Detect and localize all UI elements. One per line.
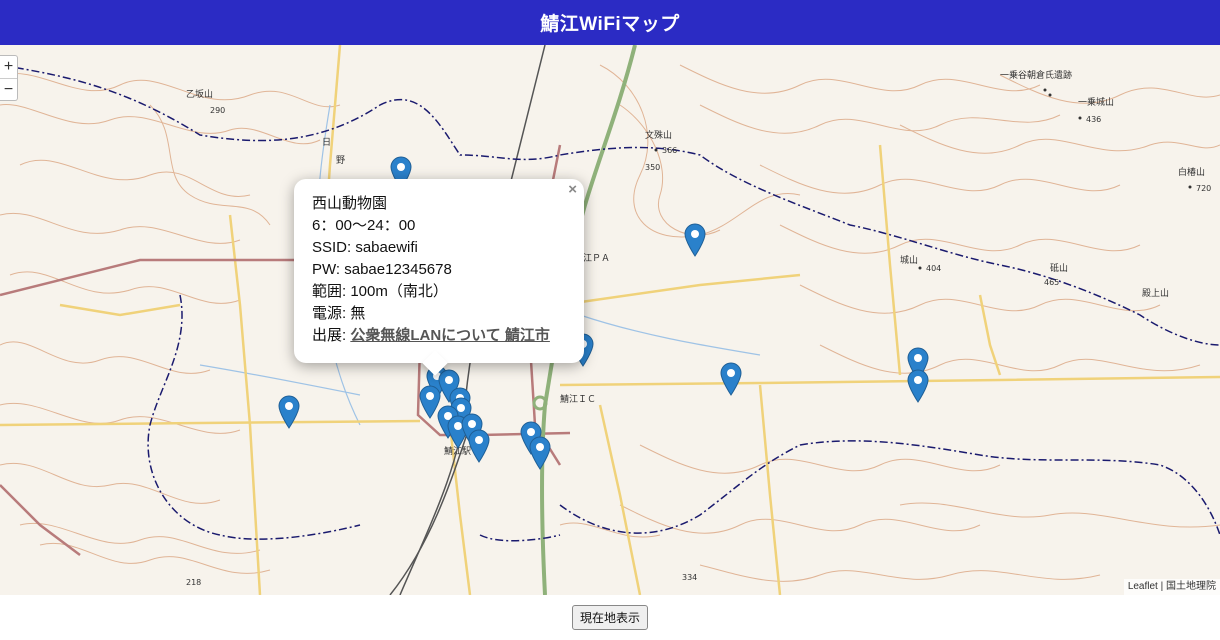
map-label-h218: 218 [186, 578, 201, 587]
zoom-control: + − [0, 55, 18, 101]
zoom-in-button[interactable]: + [0, 56, 17, 78]
locate-button[interactable]: 現在地表示 [571, 605, 648, 630]
wifi-spot-marker[interactable] [907, 369, 929, 403]
map-tiles[interactable]: 乙坂山 290 日 野 文殊山 366 350 一乗谷朝倉氏遺跡 一乗城山 43… [0, 45, 1220, 595]
zoom-out-button[interactable]: − [0, 78, 17, 100]
map-label-shiratsubakiyama: 白椿山 [1178, 166, 1205, 178]
popup-close-button[interactable]: × [568, 181, 577, 198]
map-label-h465: 465 [1044, 278, 1059, 287]
map-label-h350: 350 [645, 163, 660, 172]
map-view[interactable]: 乙坂山 290 日 野 文殊山 366 350 一乗谷朝倉氏遺跡 一乗城山 43… [0, 45, 1220, 595]
map-label-sabae-ic: 鯖江ＩＣ [560, 393, 596, 405]
attribution-separator: | [1157, 581, 1166, 592]
map-label-toishiyama: 砥山 [1050, 262, 1068, 274]
popup-hours: 6：00〜24：00 [312, 217, 416, 234]
map-label-tonoueyama: 殿上山 [1142, 288, 1169, 299]
map-label-h290: 290 [210, 106, 225, 115]
popup-range: 範囲: 100m（南北） [312, 283, 448, 300]
page-title: 鯖江WiFiマップ [540, 14, 680, 35]
map-label-h720: 720 [1196, 184, 1211, 193]
footer: 現在地表示 [0, 595, 1220, 640]
popup-ssid: SSID: sabaewifi [312, 239, 418, 256]
map-label-h334: 334 [682, 573, 697, 582]
map-label-hino2: 野 [336, 155, 345, 166]
popup-power: 電源: 無 [312, 305, 366, 322]
app-header: 鯖江WiFiマップ [0, 0, 1220, 45]
popup-source-prefix: 出展: [312, 327, 351, 344]
map-label-pa: 江ＰＡ [583, 253, 610, 264]
map-label-h366: 366 [662, 146, 677, 155]
wifi-spot-marker[interactable] [468, 429, 490, 463]
gsi-link[interactable]: 国土地理院 [1166, 581, 1216, 592]
leaflet-link[interactable]: Leaflet [1128, 581, 1158, 592]
popup-source-link[interactable]: 公衆無線LANについて 鯖江市 [350, 327, 550, 344]
wifi-spot-marker[interactable] [684, 223, 706, 257]
wifi-spot-marker[interactable] [720, 362, 742, 396]
map-label-hino: 日 [322, 137, 331, 148]
map-label-otosakayama: 乙坂山 [186, 89, 213, 100]
wifi-spot-marker[interactable] [529, 436, 551, 470]
map-label-shiroyama: 城山 [900, 255, 918, 266]
map-label-ichijodani: 一乗谷朝倉氏遺跡 [1000, 69, 1072, 81]
popup-name: 西山動物園 [312, 195, 388, 212]
wifi-spot-marker[interactable] [278, 395, 300, 429]
info-popup: × 西山動物園 6：00〜24：00 SSID: sabaewifi PW: s… [294, 179, 584, 376]
map-label-ichijokiyama: 一乗城山 [1078, 96, 1114, 108]
map-label-h404: 404 [926, 264, 941, 273]
popup-password: PW: sabae12345678 [312, 261, 452, 278]
map-attribution: Leaflet | 国土地理院 [1123, 579, 1220, 595]
map-label-h436: 436 [1086, 115, 1101, 124]
map-label-monjusan: 文殊山 [645, 129, 672, 141]
popup-source: 出展: 公衆無線LANについて 鯖江市 [312, 325, 566, 347]
